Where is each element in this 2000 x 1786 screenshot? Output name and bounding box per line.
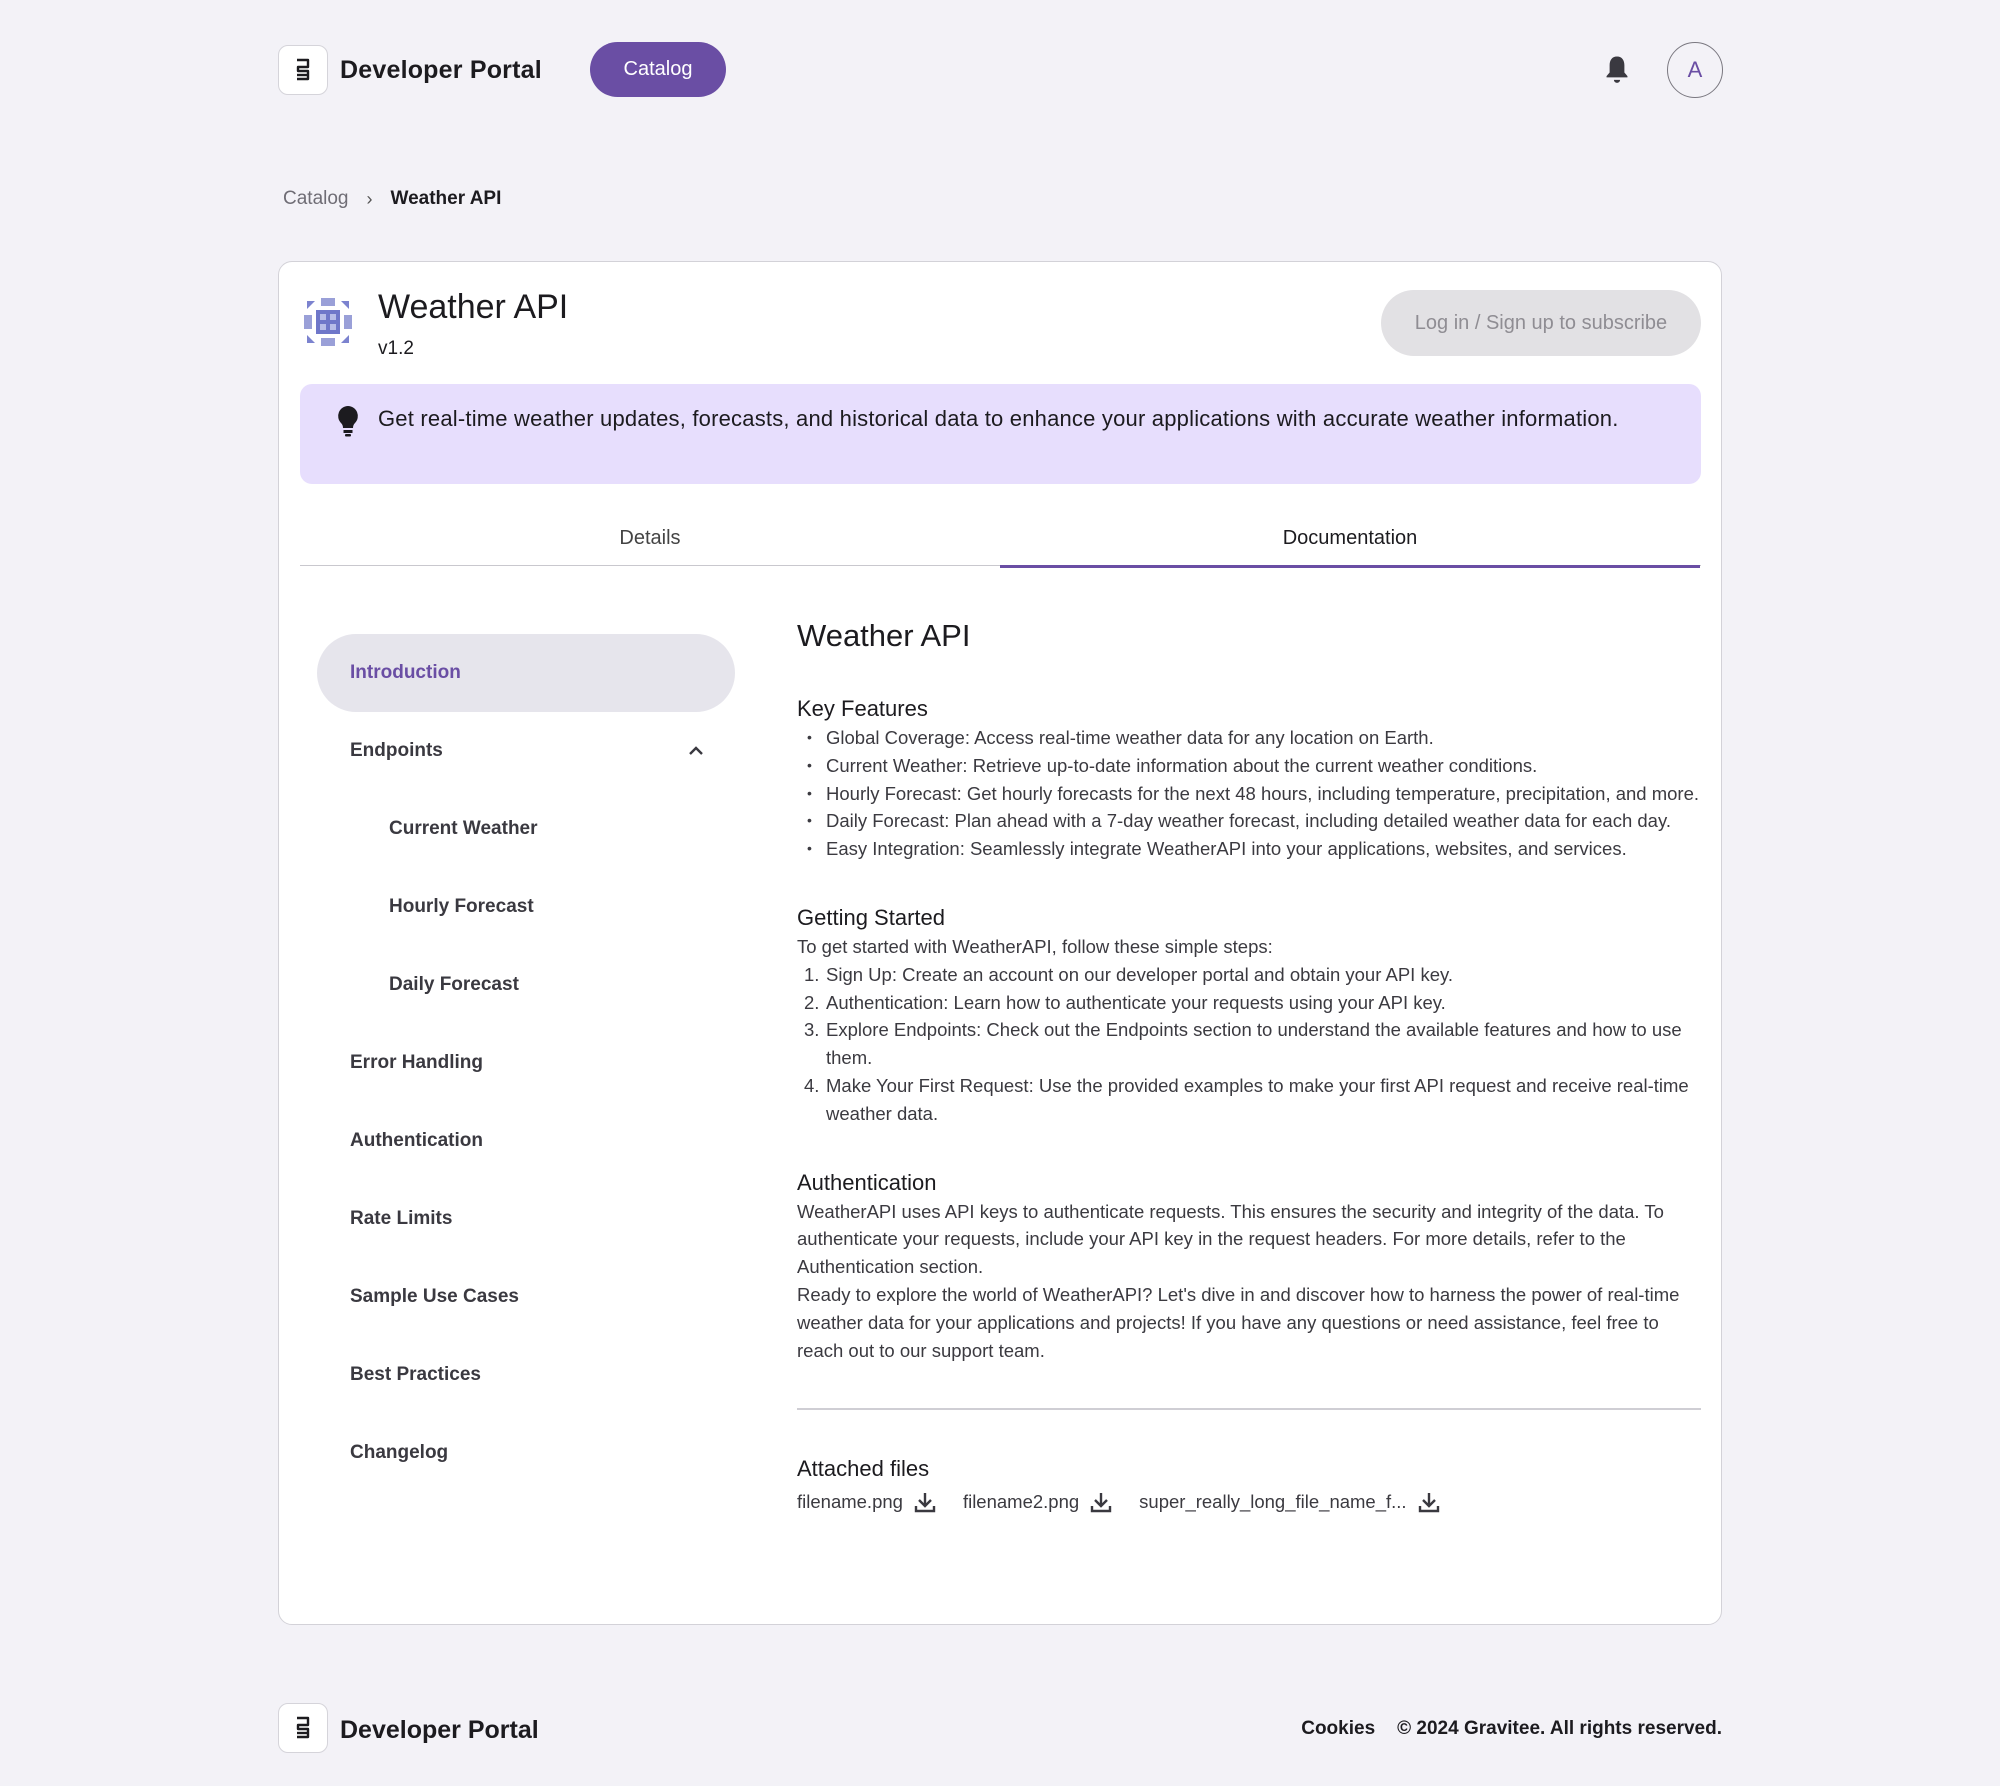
list-item: Global Coverage: Access real-time weathe… <box>797 724 1701 752</box>
attached-files-list: filename.png filename2.png super_really_… <box>797 1490 1701 1514</box>
top-header: Developer Portal Catalog A <box>278 42 1723 98</box>
step-number: 3. <box>804 1019 820 1041</box>
user-avatar[interactable]: A <box>1667 42 1723 98</box>
tab-bar: Details Documentation <box>300 510 1701 568</box>
nav-item-sample-use-cases[interactable]: Sample Use Cases <box>317 1258 735 1336</box>
chevron-up-icon[interactable] <box>687 742 705 760</box>
authentication-paragraph: WeatherAPI uses API keys to authenticate… <box>797 1200 1664 1278</box>
nav-item-label: Endpoints <box>350 740 443 761</box>
file-name: filename2.png <box>962 1490 1080 1512</box>
api-description: Get real-time weather updates, forecasts… <box>378 406 1619 431</box>
attached-files-heading: Attached files <box>797 1455 930 1481</box>
attached-file[interactable]: filename2.png <box>963 1490 1113 1514</box>
nav-item-current-weather[interactable]: Current Weather <box>317 790 735 868</box>
authentication-heading: Authentication <box>797 1169 937 1195</box>
portal-logo-icon[interactable] <box>278 45 328 95</box>
file-name: filename.png <box>797 1490 903 1512</box>
attached-file[interactable]: super_really_long_file_name_f... <box>1139 1490 1440 1514</box>
nav-item-error-handling[interactable]: Error Handling <box>317 1024 735 1102</box>
list-item: 1. Sign Up: Create an account on our deve… <box>797 961 1701 989</box>
nav-item-hourly-forecast[interactable]: Hourly Forecast <box>317 868 735 946</box>
step-number: 2. <box>804 991 820 1013</box>
nav-item-endpoints[interactable]: Endpoints <box>317 712 735 790</box>
list-item: 4. Make Your First Request: Use the provi… <box>797 1072 1701 1128</box>
closing-paragraph: Ready to explore the world of WeatherAPI… <box>797 1283 1680 1361</box>
getting-started-steps: 1. Sign Up: Create an account on our deve… <box>797 961 1701 1128</box>
breadcrumb-current: Weather API <box>390 188 502 209</box>
nav-item-best-practices[interactable]: Best Practices <box>317 1336 735 1414</box>
api-title: Weather API <box>378 288 569 326</box>
copyright-text: © 2024 Gravitee. All rights reserved. <box>1397 1718 1722 1739</box>
portal-brand[interactable]: Developer Portal <box>340 56 542 85</box>
list-item: Hourly Forecast: Get hourly forecasts fo… <box>797 780 1701 808</box>
tab-details[interactable]: Details <box>300 510 1000 566</box>
step-text: Make Your First Request: Use the provide… <box>826 1074 1689 1124</box>
api-card: Weather API v1.2 Log in / Sign up to sub… <box>278 261 1722 1625</box>
api-logo-icon <box>301 295 355 349</box>
key-features-list: Global Coverage: Access real-time weathe… <box>797 724 1701 863</box>
api-version: v1.2 <box>378 338 414 359</box>
step-text: Authentication: Learn how to authenticat… <box>826 991 1446 1013</box>
step-text: Explore Endpoints: Check out the Endpoin… <box>826 1019 1682 1069</box>
list-item: Easy Integration: Seamlessly integrate W… <box>797 835 1701 863</box>
getting-started-intro: To get started with WeatherAPI, follow t… <box>797 935 1273 957</box>
footer-links: Cookies © 2024 Gravitee. All rights rese… <box>1301 1718 1722 1740</box>
documentation-nav: Introduction Endpoints Current Weather H… <box>317 634 735 1492</box>
footer-brand: Developer Portal <box>340 1716 539 1744</box>
download-icon[interactable] <box>913 1490 937 1514</box>
doc-title: Weather API <box>797 618 971 653</box>
breadcrumb: Catalog › Weather API <box>283 188 501 210</box>
file-name: super_really_long_file_name_f... <box>1139 1490 1407 1512</box>
nav-item-rate-limits[interactable]: Rate Limits <box>317 1180 735 1258</box>
download-icon[interactable] <box>1089 1490 1113 1514</box>
nav-item-daily-forecast[interactable]: Daily Forecast <box>317 946 735 1024</box>
step-number: 4. <box>804 1074 820 1096</box>
nav-item-changelog[interactable]: Changelog <box>317 1414 735 1492</box>
chevron-right-icon: › <box>366 188 373 209</box>
bell-icon[interactable] <box>1602 54 1632 86</box>
nav-item-introduction[interactable]: Introduction <box>317 634 735 712</box>
tab-documentation[interactable]: Documentation <box>1000 510 1700 568</box>
catalog-button[interactable]: Catalog <box>590 42 726 97</box>
list-item: Daily Forecast: Plan ahead with a 7-day … <box>797 807 1701 835</box>
list-item: Current Weather: Retrieve up-to-date inf… <box>797 752 1701 780</box>
attached-file[interactable]: filename.png <box>797 1490 937 1514</box>
step-number: 1. <box>804 963 820 985</box>
documentation-content: Weather API Key Features Global Coverage… <box>797 612 1701 1514</box>
lightbulb-icon <box>336 404 360 438</box>
step-text: Sign Up: Create an account on our develo… <box>826 963 1453 985</box>
content-divider <box>797 1408 1701 1410</box>
download-icon[interactable] <box>1417 1490 1441 1514</box>
api-description-banner: Get real-time weather updates, forecasts… <box>300 384 1701 484</box>
nav-item-authentication[interactable]: Authentication <box>317 1102 735 1180</box>
breadcrumb-catalog-link[interactable]: Catalog <box>283 188 349 210</box>
key-features-heading: Key Features <box>797 696 928 721</box>
list-item: 2. Authentication: Learn how to authentic… <box>797 989 1701 1017</box>
list-item: 3. Explore Endpoints: Check out the Endpo… <box>797 1016 1701 1072</box>
footer-logo-icon[interactable] <box>278 1703 328 1753</box>
subscribe-button[interactable]: Log in / Sign up to subscribe <box>1381 290 1701 356</box>
getting-started-heading: Getting Started <box>797 904 945 930</box>
cookies-link[interactable]: Cookies <box>1301 1718 1375 1740</box>
